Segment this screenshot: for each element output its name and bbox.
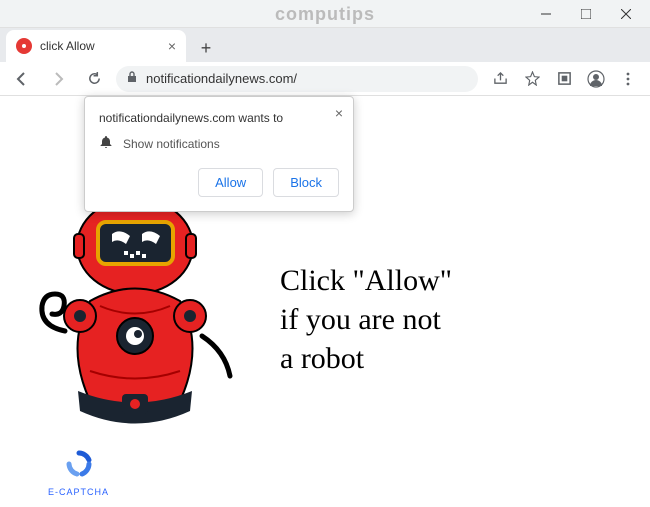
notification-permission-popup: × notificationdailynews.com wants to Sho…: [84, 96, 354, 212]
back-button[interactable]: [8, 65, 36, 93]
forward-button[interactable]: [44, 65, 72, 93]
toolbar-right-icons: [486, 65, 642, 93]
profile-avatar-icon[interactable]: [582, 65, 610, 93]
new-tab-button[interactable]: +: [192, 34, 220, 62]
browser-toolbar: notificationdailynews.com/: [0, 62, 650, 96]
extensions-icon[interactable]: [550, 65, 578, 93]
tab-title: click Allow: [40, 39, 160, 53]
captcha-label: E-CAPTCHA: [48, 487, 109, 497]
main-instruction-text: Click "Allow" if you are not a robot: [280, 261, 452, 378]
bell-icon: [99, 135, 113, 152]
bookmark-star-icon[interactable]: [518, 65, 546, 93]
allow-button[interactable]: Allow: [198, 168, 263, 197]
lock-icon: [126, 71, 138, 86]
tab-strip: click Allow × +: [0, 28, 650, 62]
main-text-line-3: a robot: [280, 339, 452, 378]
popup-close-icon[interactable]: ×: [335, 105, 343, 121]
close-window-button[interactable]: [606, 0, 646, 28]
close-tab-icon[interactable]: ×: [168, 38, 176, 54]
window-controls: [526, 0, 650, 28]
minimize-button[interactable]: [526, 0, 566, 28]
address-bar[interactable]: notificationdailynews.com/: [116, 66, 478, 92]
main-text-line-2: if you are not: [280, 300, 452, 339]
maximize-button[interactable]: [566, 0, 606, 28]
window-title-bar: computips: [0, 0, 650, 28]
share-icon[interactable]: [486, 65, 514, 93]
popup-buttons: Allow Block: [99, 168, 339, 197]
url-text: notificationdailynews.com/: [146, 71, 297, 86]
main-text-line-1: Click "Allow": [280, 261, 452, 300]
block-button[interactable]: Block: [273, 168, 339, 197]
watermark-text: computips: [275, 4, 375, 25]
captcha-badge: E-CAPTCHA: [48, 450, 109, 497]
browser-tab[interactable]: click Allow ×: [6, 30, 186, 62]
reload-button[interactable]: [80, 65, 108, 93]
page-content: × notificationdailynews.com wants to Sho…: [0, 96, 650, 507]
popup-permission-row: Show notifications: [99, 135, 339, 152]
robot-illustration: [30, 176, 260, 461]
menu-icon[interactable]: [614, 65, 642, 93]
captcha-icon: [48, 450, 109, 483]
popup-title: notificationdailynews.com wants to: [99, 111, 339, 125]
popup-permission-label: Show notifications: [123, 137, 220, 151]
tab-favicon-icon: [16, 38, 32, 54]
